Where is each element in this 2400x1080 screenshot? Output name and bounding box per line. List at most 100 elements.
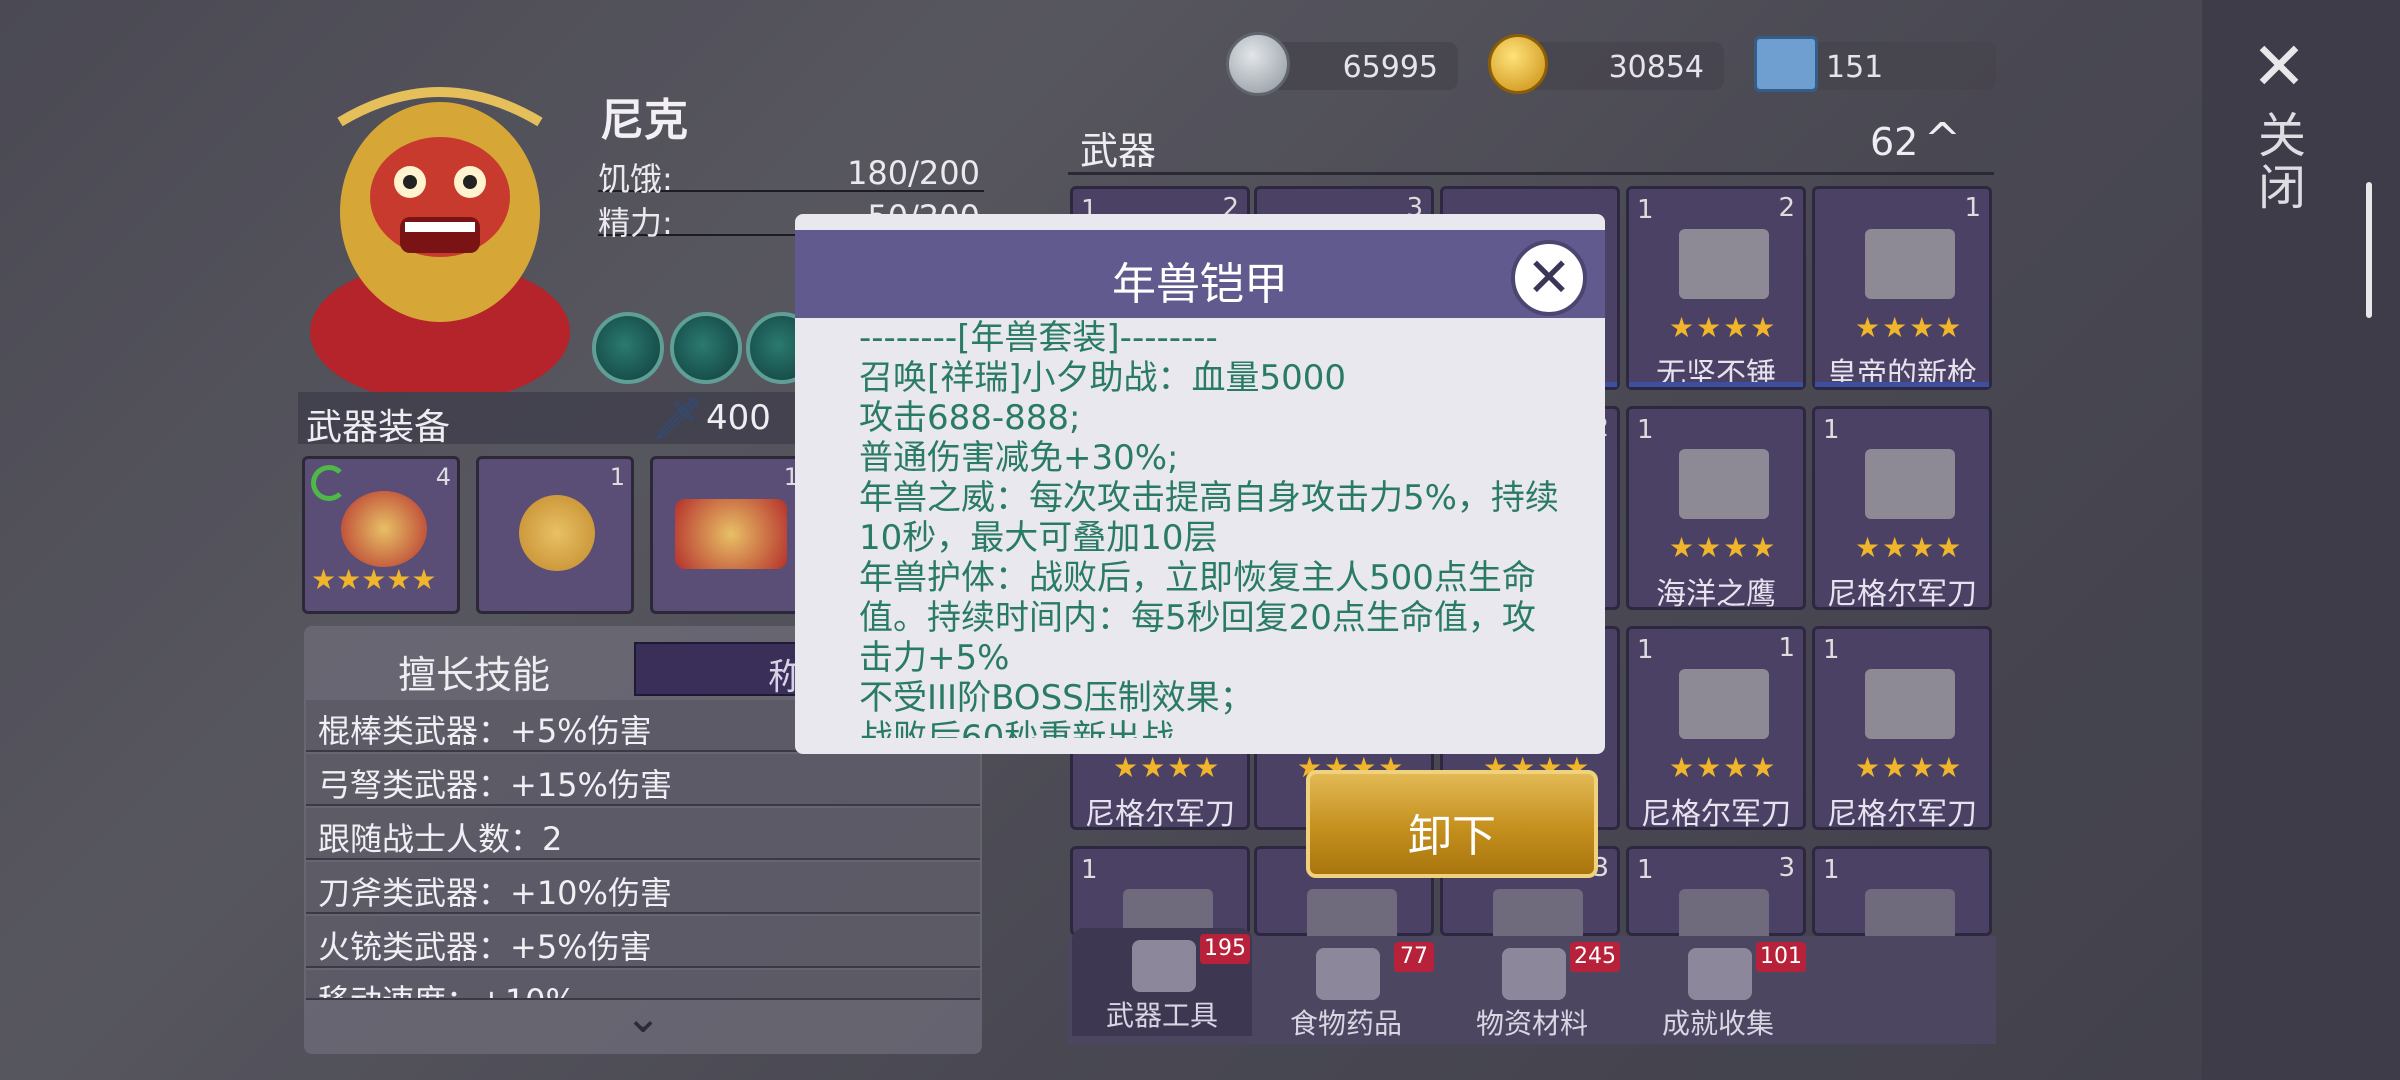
weapon-icon — [1865, 449, 1955, 519]
weapons-title: 武器 — [1080, 129, 1157, 173]
power-value: 400 — [706, 398, 771, 438]
unequip-label: 卸下 — [1408, 811, 1496, 862]
tab-materials[interactable]: 245 物资材料 — [1442, 936, 1622, 1044]
skill-text: 跟随战士人数：2 — [318, 820, 563, 858]
weapon-count: 1 — [1637, 855, 1654, 885]
weapon-count: 1 — [1637, 195, 1654, 225]
lion-helmet-icon — [519, 495, 595, 571]
weapon-count: 1 — [1823, 855, 1840, 885]
weapon-durability-bar — [1815, 382, 1989, 387]
modal-text: --------[年兽套装]-------- 召唤[祥瑞]小夕助战：血量5000… — [859, 318, 1559, 738]
energy-label: 精力: — [598, 204, 673, 242]
currency-gold-value: 30854 — [1608, 50, 1704, 85]
weapon-icon — [1865, 229, 1955, 299]
skills-title[interactable]: 擅长技能 — [398, 644, 550, 699]
equip-slot-3[interactable]: 1 — [650, 456, 808, 614]
weapon-level: 1 — [1964, 193, 1981, 223]
scrollbar[interactable] — [2366, 182, 2372, 318]
chevron-up-icon[interactable]: ^ — [1924, 114, 1961, 165]
weapon-stars: ★★★★ — [1855, 311, 1964, 344]
refresh-icon — [311, 465, 347, 501]
weapons-divider — [1068, 172, 1994, 175]
close-icon[interactable]: ✕ — [2248, 34, 2310, 100]
tab-badge: 195 — [1200, 934, 1250, 964]
weapon-icon — [1679, 449, 1769, 519]
weapon-cell[interactable]: 1 2 ★★★★ 无坚不锤 — [1626, 186, 1806, 392]
modal-close-button[interactable]: ✕ — [1511, 240, 1587, 316]
equip-slot-count: 1 — [609, 463, 625, 491]
silver-coin-stack-icon — [1226, 32, 1290, 96]
bread-skill-icon[interactable] — [670, 312, 742, 384]
tab-badge: 77 — [1394, 942, 1434, 972]
tab-label: 成就收集 — [1661, 1007, 1774, 1040]
weapon-name: 尼格尔军刀 — [1085, 797, 1235, 832]
character-name: 尼克 — [600, 95, 688, 146]
weapon-level: 2 — [1778, 193, 1795, 223]
item-detail-modal: 年兽铠甲 ✕ --------[年兽套装]-------- 召唤[祥瑞]小夕助战… — [795, 214, 1605, 754]
tab-label: 武器工具 — [1105, 999, 1218, 1032]
weapon-count: 1 — [1081, 855, 1098, 885]
weapon-stars: ★★★★ — [1855, 751, 1964, 784]
log-icon — [1502, 948, 1566, 1000]
weapon-count: 1 — [1823, 635, 1840, 665]
weapon-cell[interactable]: 1 — [1070, 846, 1250, 959]
trophy-icon — [1688, 948, 1752, 1000]
tab-achievements[interactable]: 101 成就收集 — [1628, 936, 1808, 1044]
weapon-name: 尼格尔军刀 — [1641, 797, 1791, 832]
currency-gold: 30854 — [1524, 42, 1724, 90]
weapon-count: 1 — [1637, 415, 1654, 445]
weapon-durability-bar — [1629, 382, 1803, 387]
skill-text: 移动速度：+10% — [318, 976, 576, 998]
weapon-cell[interactable]: 1 — [1812, 846, 1992, 959]
hammer-saw-icon — [1132, 940, 1196, 992]
chevron-down-icon[interactable]: ⌄ — [614, 996, 672, 1040]
skill-line: 火铳类武器：+5%伤害 — [306, 916, 980, 968]
weapon-icon — [1679, 669, 1769, 739]
equip-slot-count: 4 — [435, 463, 451, 491]
weapon-cell[interactable]: 1 ★★★★ 皇帝的新枪 — [1812, 186, 1992, 392]
weapon-cell[interactable]: 1 1 ★★★★ 尼格尔军刀 — [1626, 626, 1806, 832]
meat-icon — [1316, 948, 1380, 1000]
weapon-name: 尼格尔军刀 — [1827, 577, 1977, 612]
currency-ticket-value: 151 — [1826, 50, 1884, 85]
tab-food-medicine[interactable]: 77 食物药品 — [1256, 936, 1436, 1044]
close-icon: ✕ — [1526, 246, 1572, 309]
weapon-stars: ★★★★ — [1855, 531, 1964, 564]
tab-badge: 245 — [1570, 942, 1620, 972]
modal-title: 年兽铠甲 — [1112, 259, 1288, 310]
hunger-value: 180/200 — [847, 154, 980, 192]
weapon-count: 1 — [1637, 635, 1654, 665]
tab-label: 物资材料 — [1475, 1007, 1588, 1040]
weapon-cell[interactable]: 13 — [1626, 846, 1806, 959]
close-label[interactable]: 关闭 — [2249, 110, 2312, 214]
skill-text: 火铳类武器：+5%伤害 — [318, 928, 652, 966]
weapon-stars: ★★★★ — [1113, 751, 1222, 784]
equip-slot-2[interactable]: 1 — [476, 456, 634, 614]
equip-slot-1[interactable]: 4 ★★★★★ — [302, 456, 460, 614]
weapon-stars: ★★★★ — [1669, 531, 1778, 564]
weapon-name: 海洋之鹰 — [1656, 577, 1776, 612]
skill-line: 刀斧类武器：+10%伤害 — [306, 862, 980, 914]
weapon-stars: ★★★★ — [1669, 311, 1778, 344]
weapon-cell[interactable]: 1 ★★★★ 海洋之鹰 — [1626, 406, 1806, 612]
equip-slot-stars: ★★★★★ — [311, 563, 437, 596]
currency-silver-value: 65995 — [1342, 50, 1438, 85]
stomach-skill-icon[interactable] — [592, 312, 664, 384]
skill-text: 弓弩类武器：+15%伤害 — [318, 766, 672, 804]
weapon-cell[interactable]: 1 ★★★★ 尼格尔军刀 — [1812, 626, 1992, 832]
weapon-name: 尼格尔军刀 — [1827, 797, 1977, 832]
weapon-stars: ★★★★ — [1669, 751, 1778, 784]
weapon-cell[interactable]: 1 ★★★★ 尼格尔军刀 — [1812, 406, 1992, 612]
skill-text: 棍棒类武器：+5%伤害 — [318, 712, 652, 750]
modal-description[interactable]: --------[年兽套装]-------- 召唤[祥瑞]小夕助战：血量5000… — [859, 318, 1559, 738]
skill-line: 弓弩类武器：+15%伤害 — [306, 754, 980, 806]
weapon-count: 1 — [1823, 415, 1840, 445]
skill-line: 跟随战士人数：2 — [306, 808, 980, 860]
tab-label: 食物药品 — [1289, 1007, 1402, 1040]
weapon-level: 3 — [1778, 853, 1795, 883]
weapon-level: 1 — [1778, 633, 1795, 663]
unequip-button[interactable]: 卸下 — [1306, 770, 1598, 878]
character-portrait — [280, 82, 600, 402]
ticket-card-icon — [1754, 36, 1818, 92]
tab-weapons-tools[interactable]: 195 武器工具 — [1072, 928, 1252, 1036]
